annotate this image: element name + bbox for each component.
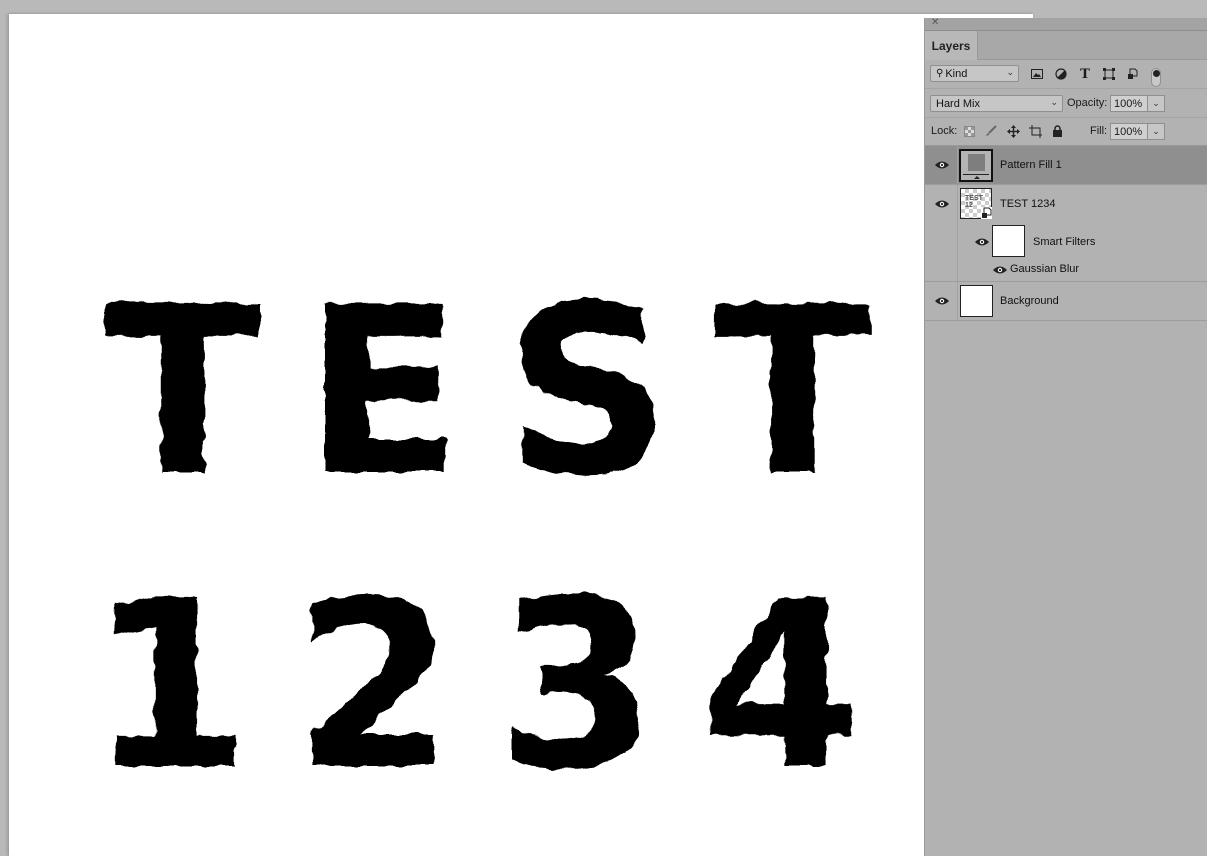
panel-title-bar: ✕ [925,17,1207,31]
smart-filter-mask-thumbnail [992,225,1025,257]
layer-name: TEST 1234 [1000,198,1056,210]
eye-icon[interactable] [935,199,949,209]
filter-row-gaussian-blur[interactable]: Gaussian Blur [958,262,1207,278]
filter-toggle-switch[interactable] [1151,68,1161,87]
layers-panel: ✕ Layers ⚲ Kind ⌄ T Hard Mix ⌄ Opacity: [924,17,1207,856]
chevron-down-icon: ⌄ [1006,67,1014,77]
tab-layers[interactable]: Layers [925,31,978,60]
eye-icon[interactable] [935,296,949,306]
blend-row: Hard Mix ⌄ Opacity: 100% ⌄ [925,90,1207,118]
lock-artboard-icon[interactable] [1027,123,1043,139]
fill-input[interactable]: 100% [1110,123,1148,140]
canvas-text-line-1: TEST [103,257,914,527]
chevron-down-icon: ⌄ [1152,126,1160,136]
lock-transparent-pixels-icon[interactable] [961,123,977,139]
filter-kind-label: Kind [945,67,968,80]
chevron-down-icon: ⌄ [1050,97,1058,107]
blend-mode-value: Hard Mix [936,97,981,110]
layer-row-background[interactable]: Background [925,282,1207,321]
filter-name: Gaussian Blur [1010,263,1080,275]
layer-thumbnail-pattern-fill [959,149,993,182]
opacity-label: Opacity: [1067,97,1108,109]
smart-object-badge-icon [981,207,992,219]
close-icon[interactable]: ✕ [931,17,939,29]
blend-mode-select[interactable]: Hard Mix ⌄ [930,95,1063,112]
lock-all-icon[interactable] [1049,123,1065,139]
layer-row-pattern-fill[interactable]: Pattern Fill 1 [925,146,1207,185]
search-icon: ⚲ [936,68,944,79]
layer-filter-row: ⚲ Kind ⌄ T [925,60,1207,89]
type-filter-icon[interactable]: T [1077,66,1093,82]
fill-label: Fill: [1090,125,1108,137]
layer-name: Background [1000,295,1059,307]
canvas-text-line-2: 1234 [89,551,904,821]
canvas-artwork: TEST 1234 [9,14,1033,856]
layer-name: Pattern Fill 1 [1000,159,1062,171]
chevron-down-icon: ⌄ [1152,98,1160,108]
opacity-dropdown-button[interactable]: ⌄ [1148,95,1165,112]
document-canvas[interactable]: TEST 1234 [9,14,1033,856]
filter-kind-select[interactable]: ⚲ Kind ⌄ [930,65,1019,82]
layer-thumbnail-test-1234: TEST 12 [960,188,992,219]
lock-position-move-icon[interactable] [1005,123,1021,139]
eye-icon[interactable] [993,265,1007,275]
image-filter-icon[interactable] [1029,66,1045,82]
smart-filters-row[interactable]: Smart Filters [958,225,1207,257]
eye-icon[interactable] [975,237,989,247]
lock-row: Lock: Fill: 100% ⌄ [925,118,1207,146]
shape-filter-icon[interactable] [1101,66,1117,82]
layer-row-test-1234[interactable]: TEST 12 TEST 1234 Smart Filters Gaussian… [925,185,1207,282]
opacity-input[interactable]: 100% [1110,95,1148,112]
lock-label: Lock: [931,125,958,137]
layer-thumbnail-background [960,285,993,317]
smart-object-filter-icon[interactable] [1125,66,1141,82]
smart-filters-label: Smart Filters [1033,236,1096,248]
adjustment-filter-icon[interactable] [1053,66,1069,82]
panel-tab-bar: Layers [925,31,1207,60]
eye-icon[interactable] [935,160,949,170]
lock-image-pixels-brush-icon[interactable] [983,123,999,139]
fill-dropdown-button[interactable]: ⌄ [1148,123,1165,140]
